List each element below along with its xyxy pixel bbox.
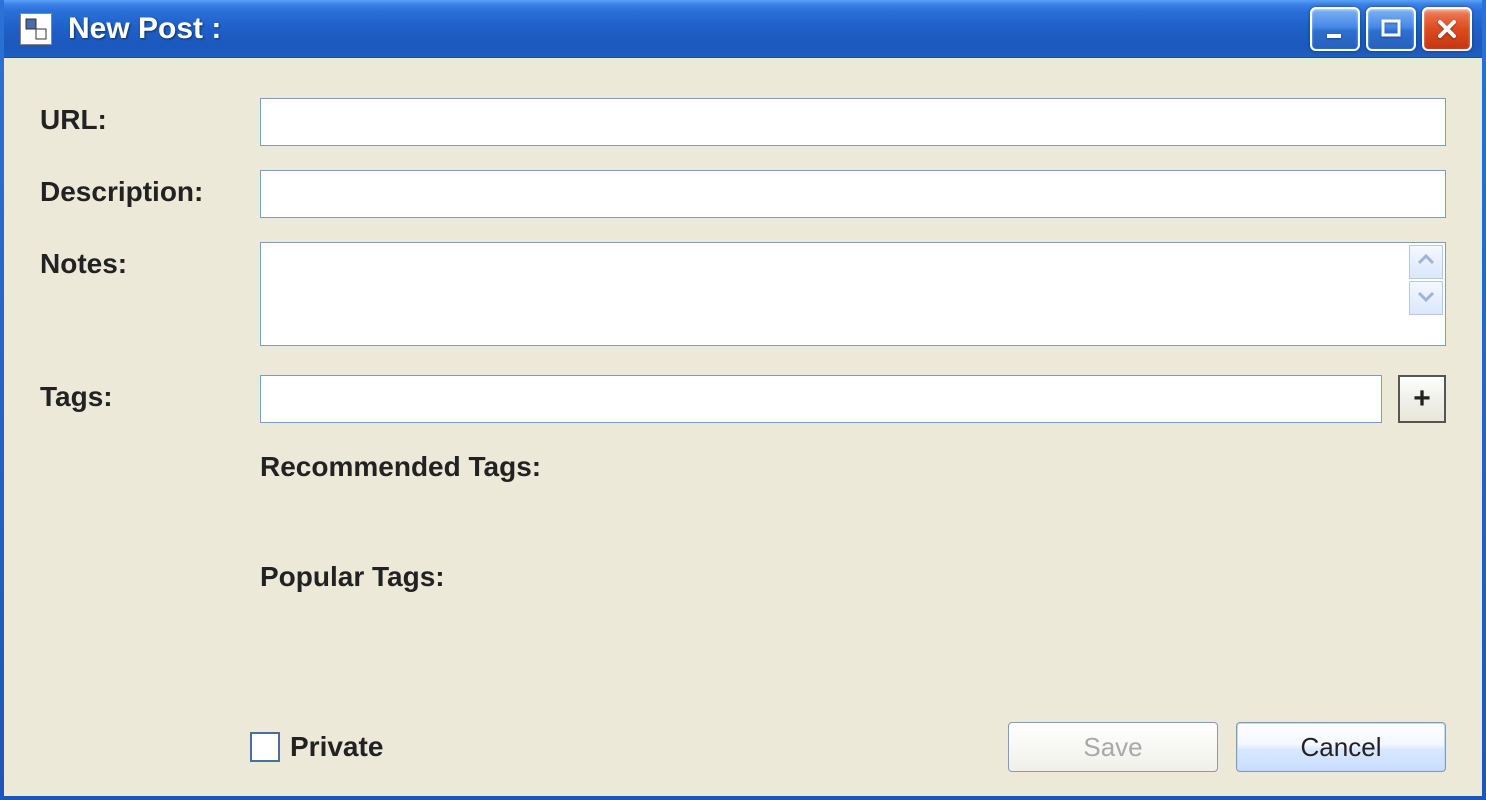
url-input[interactable] (260, 98, 1446, 146)
cancel-button[interactable]: Cancel (1236, 722, 1446, 772)
private-wrapper: Private (250, 731, 383, 763)
save-button[interactable]: Save (1008, 722, 1218, 772)
description-input[interactable] (260, 170, 1446, 218)
chevron-down-icon (1417, 289, 1435, 307)
notes-scroll-down[interactable] (1409, 281, 1443, 315)
chevron-up-icon (1417, 253, 1435, 271)
minimize-button[interactable] (1310, 7, 1360, 51)
maximize-button[interactable] (1366, 7, 1416, 51)
tags-label: Tags: (40, 375, 250, 413)
titlebar[interactable]: New Post : (4, 0, 1482, 58)
tags-input[interactable] (260, 375, 1382, 423)
notes-label: Notes: (40, 242, 250, 280)
new-post-window: New Post : URL: Description: Notes: (0, 0, 1486, 800)
recommended-tags-label: Recommended Tags: (260, 451, 1446, 483)
app-icon (20, 13, 52, 45)
notes-scroll (1409, 245, 1443, 315)
popular-tags-label: Popular Tags: (260, 561, 1446, 593)
window-title: New Post : (68, 12, 1310, 46)
description-label: Description: (40, 170, 250, 208)
private-checkbox[interactable] (250, 732, 280, 762)
notes-input[interactable] (260, 242, 1446, 346)
notes-scroll-up[interactable] (1409, 245, 1443, 279)
tags-row: + (260, 375, 1446, 423)
close-button[interactable] (1422, 7, 1472, 51)
footer: Private Save Cancel (40, 722, 1446, 772)
private-label: Private (290, 731, 383, 763)
url-label: URL: (40, 98, 250, 136)
tag-sections: Recommended Tags: Popular Tags: (260, 447, 1446, 593)
add-tag-button[interactable]: + (1398, 375, 1446, 423)
window-controls (1310, 7, 1472, 51)
notes-wrapper (260, 242, 1446, 351)
form: URL: Description: Notes: (40, 98, 1446, 593)
client-area: URL: Description: Notes: (4, 58, 1482, 796)
